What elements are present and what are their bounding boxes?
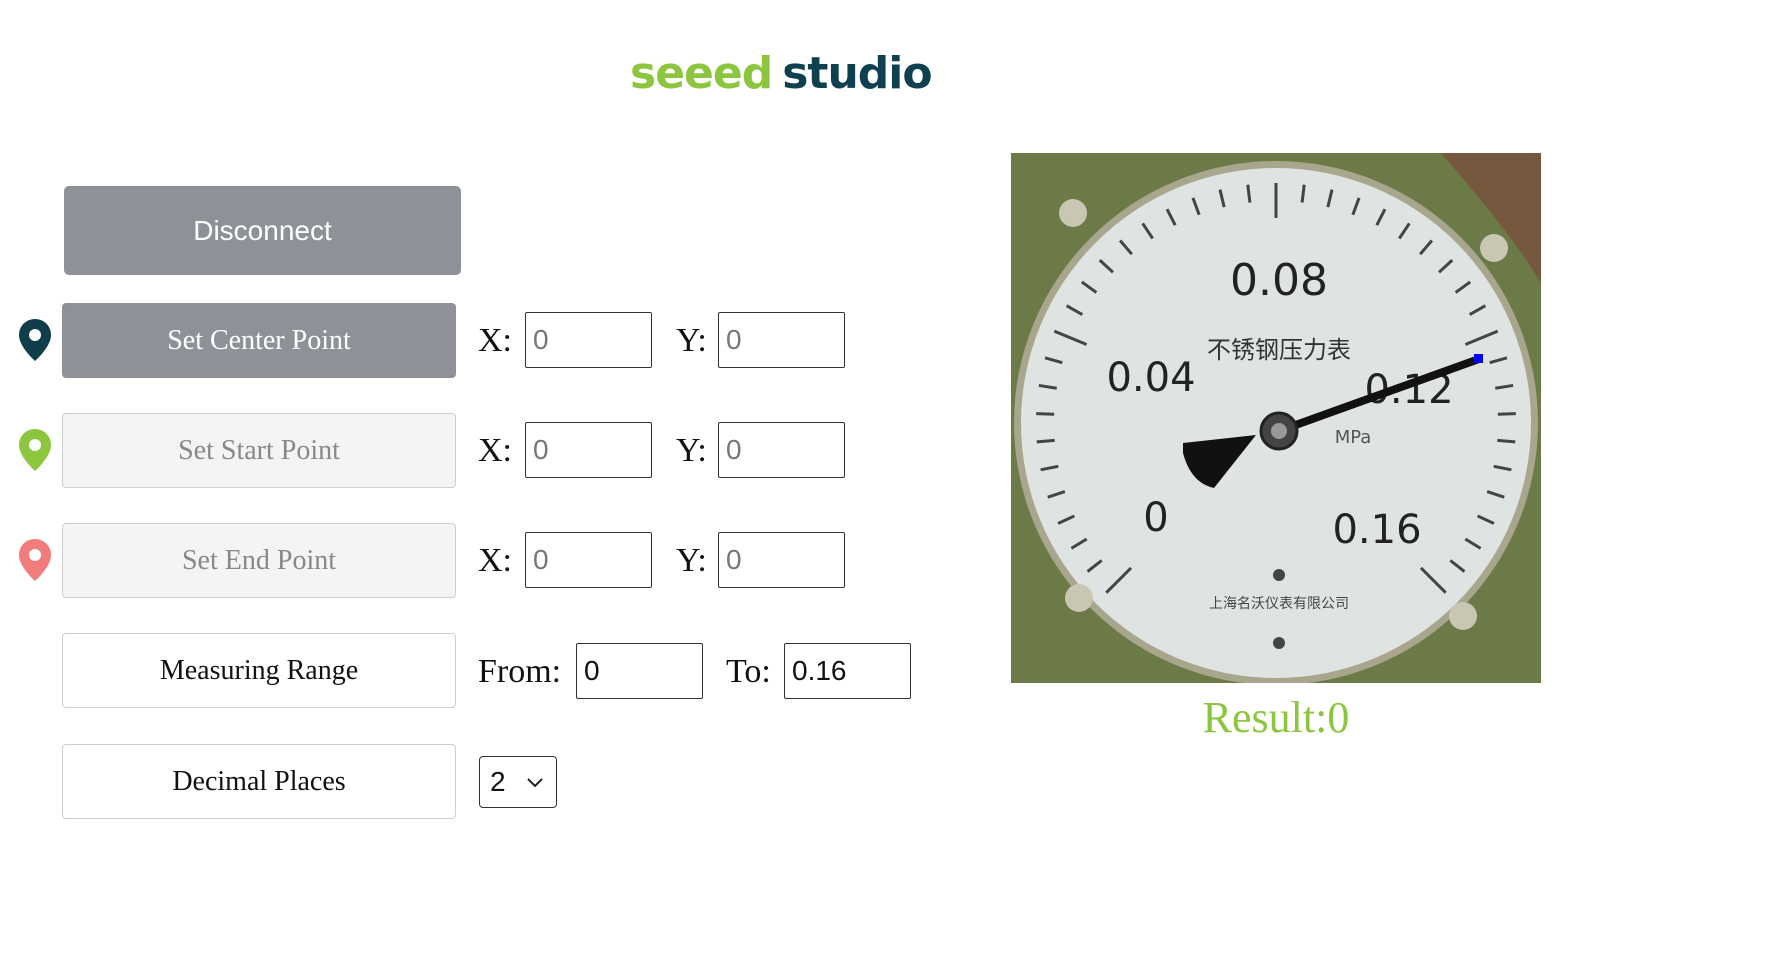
- end-x-label: X:: [478, 542, 512, 579]
- range-from-label: From:: [478, 653, 562, 690]
- gauge-label-0: 0: [1143, 495, 1168, 541]
- set-center-point-button[interactable]: Set Center Point: [62, 303, 456, 378]
- gauge-title: 不锈钢压力表: [1207, 336, 1351, 364]
- start-x-input[interactable]: [525, 422, 652, 478]
- gauge-tick: [1497, 412, 1516, 416]
- gauge-tick: [1497, 438, 1516, 444]
- gauge-unit: MPa: [1335, 427, 1372, 448]
- start-y-label: Y:: [676, 432, 707, 469]
- map-pin-start-icon: [19, 429, 51, 471]
- center-y-label: Y:: [676, 322, 707, 359]
- gauge-camera-image[interactable]: 0.08 0.04 0.12 0 0.16 不锈钢压力表 MPa 上海名沃仪表有…: [1011, 153, 1541, 683]
- gauge-label-004: 0.04: [1106, 355, 1195, 401]
- range-from-input[interactable]: [576, 643, 703, 699]
- gauge-tick: [1300, 184, 1306, 203]
- gauge-tick: [1246, 184, 1252, 203]
- gauge-maker: 上海名沃仪表有限公司: [1209, 596, 1349, 612]
- map-pin-center-icon: [19, 319, 51, 361]
- pressure-gauge-image: 0.08 0.04 0.12 0 0.16 不锈钢压力表 MPa 上海名沃仪表有…: [1011, 153, 1541, 683]
- start-x-label: X:: [478, 432, 512, 469]
- center-y-input[interactable]: [718, 312, 845, 368]
- disconnect-button[interactable]: Disconnect: [64, 186, 461, 275]
- map-pin-end-icon: [19, 539, 51, 581]
- center-x-label: X:: [478, 322, 512, 359]
- gauge-label-016: 0.16: [1332, 507, 1421, 553]
- result-text: Result:0: [1202, 693, 1350, 742]
- logo-part-studio: studio: [782, 48, 932, 99]
- logo-part-seeed: seeed: [630, 48, 773, 99]
- measuring-range-button[interactable]: Measuring Range: [62, 633, 456, 708]
- seeed-studio-logo: seeed studio: [630, 48, 933, 108]
- decimal-places-select[interactable]: 2: [479, 756, 557, 808]
- decimal-places-value: 2: [490, 766, 506, 797]
- gauge-tick: [1036, 412, 1055, 416]
- end-x-input[interactable]: [525, 532, 652, 588]
- gauge-label-008: 0.08: [1230, 255, 1328, 306]
- set-start-point-button[interactable]: Set Start Point: [62, 413, 456, 488]
- end-y-label: Y:: [676, 542, 707, 579]
- chevron-down-icon: [527, 778, 543, 788]
- range-to-label: To:: [726, 653, 771, 690]
- start-y-input[interactable]: [718, 422, 845, 478]
- set-end-point-button[interactable]: Set End Point: [62, 523, 456, 598]
- end-y-input[interactable]: [718, 532, 845, 588]
- gauge-tick: [1036, 438, 1055, 444]
- range-to-input[interactable]: [784, 643, 911, 699]
- decimal-places-button[interactable]: Decimal Places: [62, 744, 456, 819]
- center-x-input[interactable]: [525, 312, 652, 368]
